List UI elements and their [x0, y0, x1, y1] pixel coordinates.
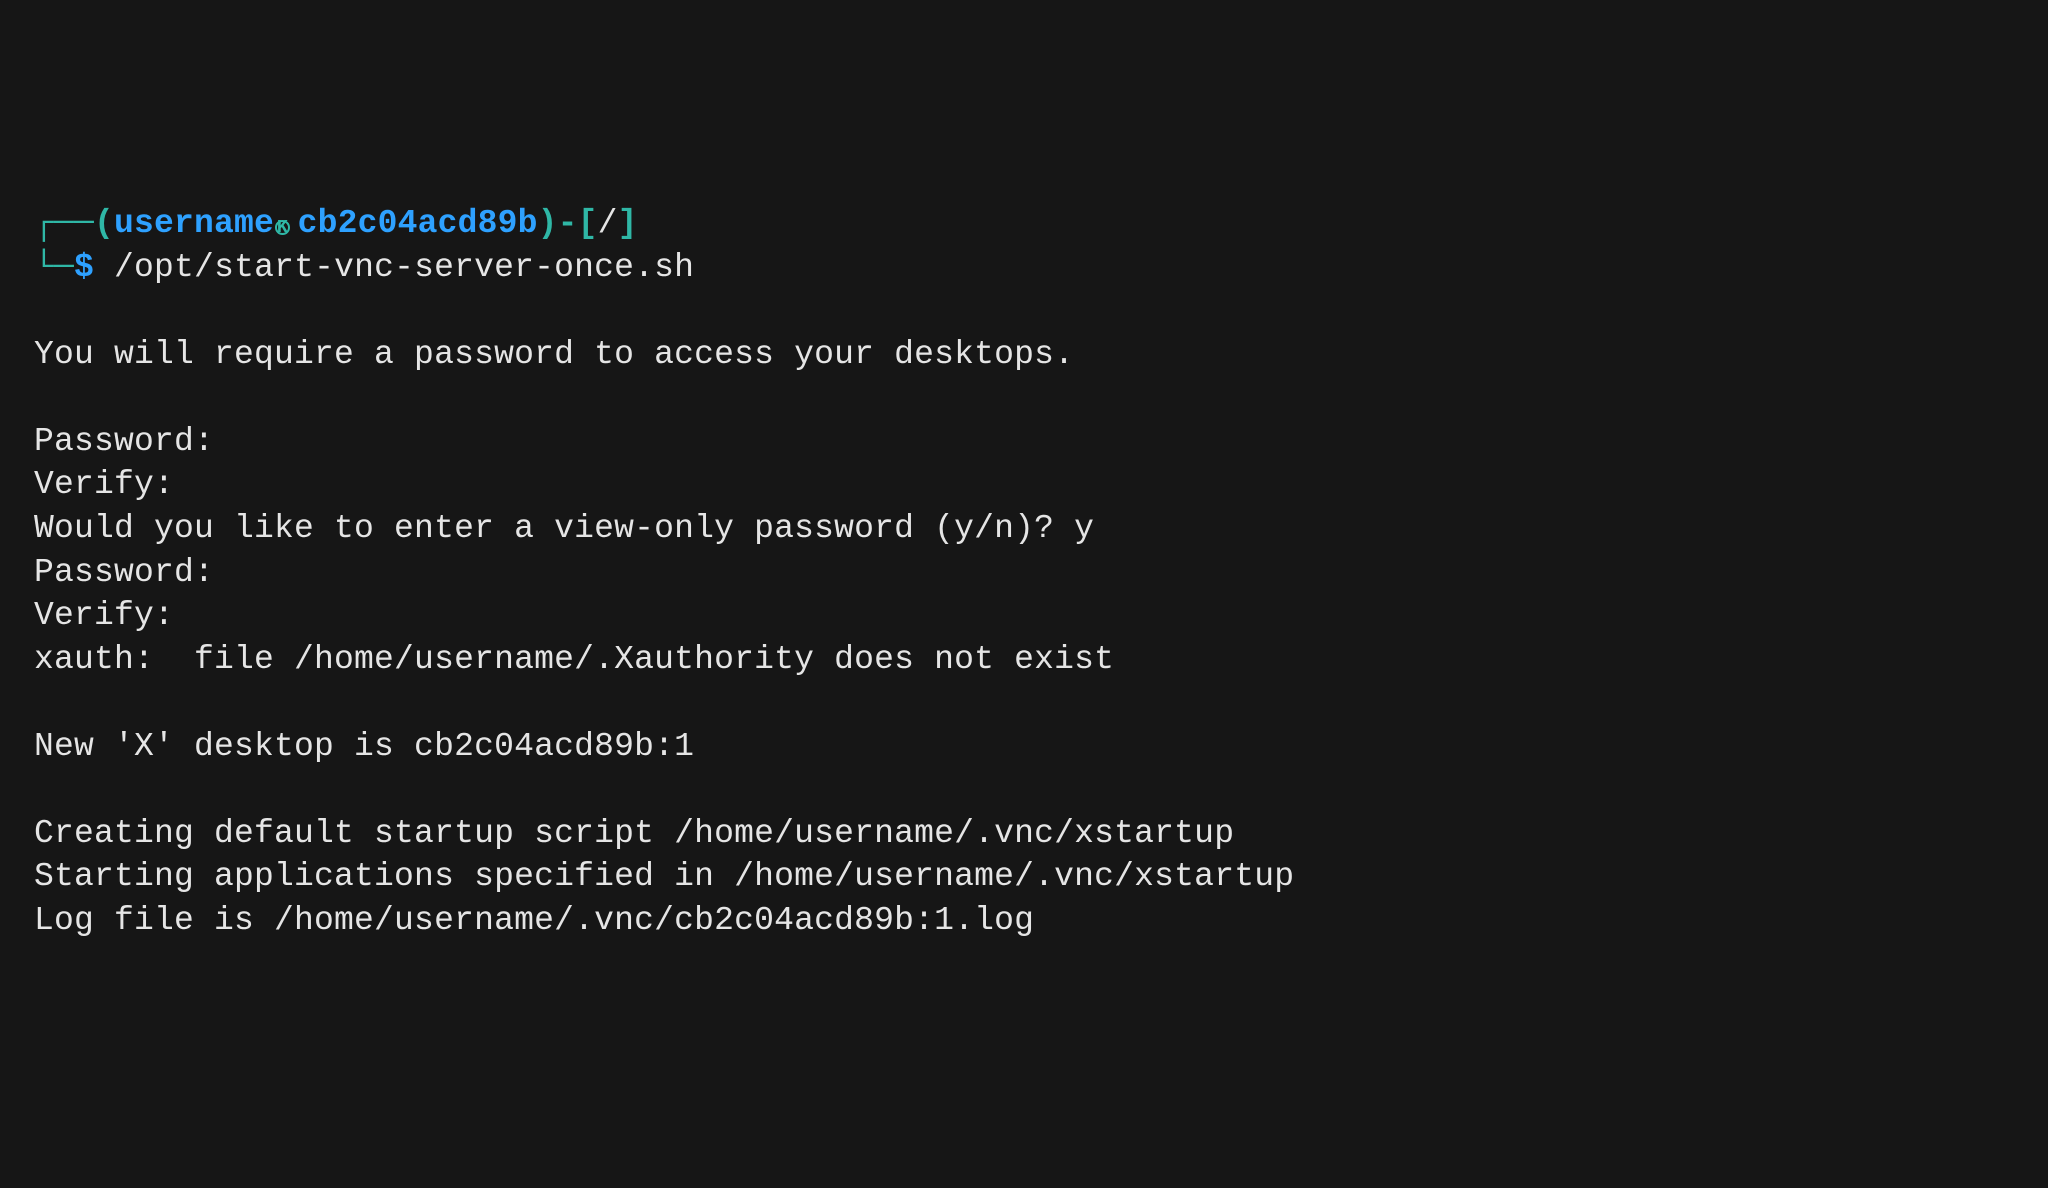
output-line: Verify:: [34, 597, 174, 634]
command-input[interactable]: /opt/start-vnc-server-once.sh: [114, 249, 694, 286]
prompt-bracket-open: [: [578, 205, 598, 242]
output-line: Creating default startup script /home/us…: [34, 815, 1234, 852]
prompt-box-top: ┌──: [34, 205, 94, 242]
prompt-line-1: ┌──(usernameK cb2c04acd89b)-[/]: [34, 205, 638, 242]
output-line: You will require a password to access yo…: [34, 336, 1074, 373]
output-line: Password:: [34, 554, 214, 591]
prompt-dollar: $: [74, 249, 94, 286]
output-line: Password:: [34, 423, 214, 460]
terminal[interactable]: ┌──(usernameK cb2c04acd89b)-[/] └─$ /opt…: [34, 202, 2014, 942]
at-icon: K: [275, 220, 290, 235]
prompt-user: username: [114, 205, 274, 242]
prompt-paren-open: (: [94, 205, 114, 242]
output-line: Starting applications specified in /home…: [34, 858, 1294, 895]
output-line: xauth: file /home/username/.Xauthority d…: [34, 641, 1114, 678]
prompt-dash: -: [558, 205, 578, 242]
prompt-host: cb2c04acd89b: [298, 205, 538, 242]
output-line: Verify:: [34, 466, 174, 503]
prompt-cwd: /: [598, 205, 618, 242]
output-line: New 'X' desktop is cb2c04acd89b:1: [34, 728, 694, 765]
prompt-box-bottom: └─: [34, 249, 74, 286]
output-line: Log file is /home/username/.vnc/cb2c04ac…: [34, 902, 1034, 939]
prompt-paren-close: ): [538, 205, 558, 242]
prompt-line-2: └─$ /opt/start-vnc-server-once.sh: [34, 249, 694, 286]
prompt-bracket-close: ]: [618, 205, 638, 242]
output-line: Would you like to enter a view-only pass…: [34, 510, 1094, 547]
